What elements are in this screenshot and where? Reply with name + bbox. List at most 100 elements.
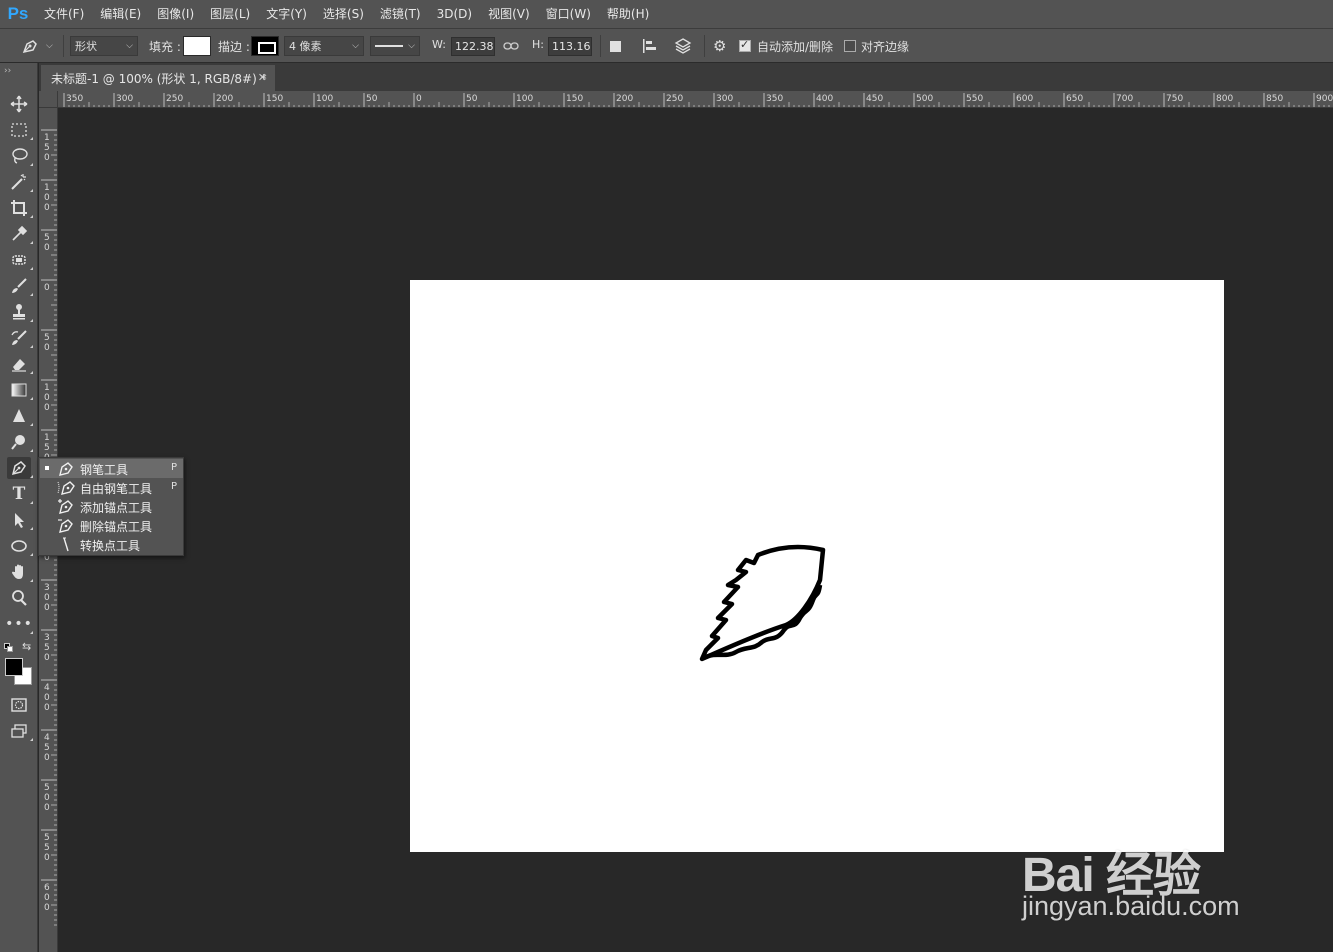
brush-tool-icon[interactable] (7, 275, 33, 297)
ruler-label: 0 (44, 693, 50, 703)
marquee-tool-icon[interactable] (7, 119, 33, 141)
blur-tool-icon[interactable] (7, 405, 33, 427)
ruler-label: 5 (44, 833, 50, 843)
ruler-label: 0 (44, 703, 50, 713)
ruler-label: 0 (44, 893, 50, 903)
chevron-down-icon: ⌵ (126, 41, 133, 51)
document-canvas[interactable] (410, 280, 1224, 852)
crop-tool-icon[interactable] (7, 197, 33, 219)
pen-icon (22, 40, 37, 54)
healing-brush-icon[interactable] (7, 249, 33, 271)
menu-view[interactable]: 视图(V) (480, 0, 538, 28)
menu-filter[interactable]: 滤镜(T) (372, 0, 429, 28)
ruler-label: 0 (44, 853, 50, 863)
link-icon[interactable] (503, 29, 519, 63)
ellipse-tool-icon[interactable] (7, 535, 33, 557)
ruler-label: 1 (44, 133, 50, 143)
flyout-item-add-anchor[interactable]: 添加锚点工具 (40, 497, 183, 516)
flyout-item-pen-tool[interactable]: 钢笔工具 P (40, 459, 183, 478)
fill-swatch[interactable] (183, 36, 211, 56)
menu-image[interactable]: 图像(I) (149, 0, 202, 28)
ruler-label: 700 (1116, 94, 1133, 104)
path-alignment-icon[interactable] (642, 29, 658, 63)
flyout-item-delete-anchor[interactable]: 删除锚点工具 (40, 516, 183, 535)
ruler-label: 0 (44, 403, 50, 413)
flyout-item-convert-point[interactable]: 转换点工具 (40, 535, 183, 554)
zoom-tool-icon[interactable] (7, 587, 31, 609)
menu-layer[interactable]: 图层(L) (202, 0, 258, 28)
swap-colors-icon[interactable]: ⇆ (22, 640, 31, 653)
ruler-label: 1 (44, 383, 50, 393)
height-label: H: (532, 38, 544, 51)
height-field[interactable]: 113.16 像 (548, 37, 592, 56)
ruler-label: 100 (516, 94, 533, 104)
mode-dropdown[interactable]: 形状 ⌵ (70, 36, 138, 56)
close-icon[interactable]: ✕ (258, 71, 267, 84)
auto-add-delete-checkbox[interactable] (739, 38, 751, 52)
quick-mask-icon[interactable] (7, 694, 31, 716)
ruler-label: 5 (44, 843, 50, 853)
flyout-item-freeform-pen[interactable]: 自由钢笔工具 P (40, 478, 183, 497)
path-operations-icon[interactable] (610, 29, 621, 63)
width-field[interactable]: 122.38 像 (451, 37, 495, 56)
gear-icon[interactable]: ⚙ (713, 29, 726, 63)
menu-help[interactable]: 帮助(H) (599, 0, 657, 28)
align-edges-checkbox[interactable] (844, 40, 856, 52)
ruler-label: 5 (44, 333, 50, 343)
ruler-label: 900 (1316, 94, 1333, 104)
gradient-tool-icon[interactable] (7, 379, 33, 401)
pen-tool-icon[interactable] (7, 457, 33, 479)
selected-bullet-icon (45, 466, 49, 470)
menu-select[interactable]: 选择(S) (315, 0, 372, 28)
foreground-color-swatch[interactable] (5, 658, 23, 676)
move-tool-icon[interactable] (7, 93, 31, 115)
path-selection-icon[interactable] (7, 509, 33, 531)
chevron-down-icon: ⌵ (46, 41, 53, 51)
flyout-label: 自由钢笔工具 (80, 482, 153, 496)
horizontal-ruler[interactable]: 350 300 250 200 150 100 50 0 50 100 150 200 250 300 35… (58, 91, 1333, 108)
more-tools-icon[interactable]: ••• (5, 613, 33, 635)
eyedropper-icon[interactable] (7, 223, 33, 245)
ruler-label: 1 (44, 433, 50, 443)
document-tab-bar: 未标题-1 @ 100% (形状 1, RGB/8#) * ✕ (39, 63, 1333, 91)
lasso-tool-icon[interactable] (7, 145, 33, 167)
magic-wand-icon[interactable] (7, 171, 33, 193)
ruler-label: 0 (44, 653, 50, 663)
type-tool-icon[interactable]: T (7, 483, 33, 505)
path-arrangement-icon[interactable] (674, 29, 692, 63)
menu-type[interactable]: 文字(Y) (258, 0, 315, 28)
screen-mode-icon[interactable] (7, 720, 33, 742)
flyout-label: 转换点工具 (80, 539, 141, 553)
ruler-label: 4 (44, 733, 50, 743)
eraser-icon[interactable] (7, 353, 33, 375)
ruler-label: 0 (44, 903, 50, 913)
ruler-label: 350 (766, 94, 783, 104)
ruler-label: 800 (1216, 94, 1233, 104)
flyout-shortcut: P (170, 481, 177, 492)
ruler-label: 0 (44, 593, 50, 603)
dodge-tool-icon[interactable] (7, 431, 33, 453)
stroke-type-dropdown[interactable]: ⌵ (370, 36, 420, 56)
ruler-label: 6 (44, 883, 50, 893)
history-brush-icon[interactable] (7, 327, 33, 349)
stroke-swatch[interactable] (251, 36, 279, 56)
menu-3d[interactable]: 3D(D) (429, 0, 480, 28)
width-label: W: (432, 38, 446, 51)
hand-tool-icon[interactable] (7, 561, 33, 583)
ruler-label: 0 (44, 393, 50, 403)
menu-edit[interactable]: 编辑(E) (92, 0, 149, 28)
stroke-width-dropdown[interactable]: 4 像素 ⌵ (284, 36, 364, 56)
tools-panel: ›› T ••• ⇆ (0, 63, 38, 952)
menu-file[interactable]: 文件(F) (36, 0, 92, 28)
ruler-label: 750 (1166, 94, 1183, 104)
menu-window[interactable]: 窗口(W) (538, 0, 599, 28)
panel-collapse-icon[interactable]: ›› (4, 66, 11, 76)
document-tab[interactable]: 未标题-1 @ 100% (形状 1, RGB/8#) * ✕ (41, 65, 275, 91)
clone-stamp-icon[interactable] (7, 301, 33, 323)
ruler-origin[interactable] (39, 91, 58, 108)
ruler-label: 450 (866, 94, 883, 104)
default-colors-icon[interactable] (4, 643, 14, 653)
leaf-shape-path[interactable] (410, 280, 1224, 852)
mode-value: 形状 (75, 40, 97, 53)
tool-preset-picker[interactable]: ⌵ (20, 29, 53, 63)
